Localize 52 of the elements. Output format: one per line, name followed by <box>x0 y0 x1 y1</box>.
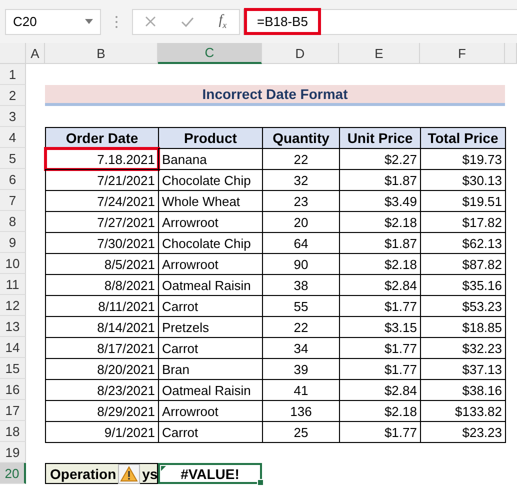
row-header[interactable]: 13 <box>0 316 26 337</box>
check-icon[interactable] <box>181 16 194 26</box>
row-header[interactable]: 11 <box>0 274 26 295</box>
drag-handle-icon[interactable] <box>115 14 118 28</box>
table-cell: 7.18.2021 <box>45 148 159 170</box>
cancel-icon[interactable] <box>145 16 156 27</box>
row-header[interactable]: 18 <box>0 421 26 442</box>
row-header[interactable]: 4 <box>0 127 26 148</box>
row-header[interactable]: 15 <box>0 358 26 379</box>
formula-field[interactable]: =B18-B5 <box>243 8 517 34</box>
column-header[interactable]: D <box>262 43 339 64</box>
column-heading: Total Price <box>420 127 506 149</box>
column-header[interactable]: B <box>45 43 158 64</box>
row-header[interactable]: 20 <box>0 463 26 484</box>
column-header[interactable]: E <box>339 43 420 64</box>
column-header[interactable]: C <box>158 43 262 64</box>
name-box[interactable]: C20 <box>5 8 101 34</box>
fill-handle[interactable] <box>257 479 264 486</box>
column-heading: Product <box>158 127 263 149</box>
label-text: Operation <box>50 466 116 482</box>
row-header[interactable]: 17 <box>0 400 26 421</box>
column-header[interactable] <box>505 43 517 64</box>
row-header[interactable]: 19 <box>0 442 26 463</box>
table-cell: 7/21/2021 <box>45 169 159 191</box>
label-text: ys <box>142 466 158 482</box>
result-cell[interactable]: #VALUE! <box>158 463 262 484</box>
row-header[interactable]: 2 <box>0 85 26 106</box>
column-header[interactable]: F <box>420 43 505 64</box>
row-header[interactable]: 10 <box>0 253 26 274</box>
column-heading: Quantity <box>262 127 340 149</box>
sheet-title: Incorrect Date Format <box>45 85 505 106</box>
error-indicator-icon <box>161 466 166 471</box>
column-heading: Order Date <box>45 127 159 149</box>
column-header[interactable]: A <box>26 43 45 64</box>
row-header[interactable]: 12 <box>0 295 26 316</box>
row-header[interactable]: 8 <box>0 211 26 232</box>
row-header[interactable]: 1 <box>0 64 26 85</box>
warning-icon <box>120 466 138 482</box>
row-header[interactable]: 9 <box>0 232 26 253</box>
row-header[interactable]: 14 <box>0 337 26 358</box>
dropdown-icon[interactable] <box>85 19 93 24</box>
insert-function-button[interactable]: f$_{x}$ <box>218 13 227 30</box>
select-all-corner[interactable] <box>0 43 26 64</box>
row-header[interactable]: 5 <box>0 148 26 169</box>
error-warning-button[interactable] <box>118 464 140 484</box>
row-header[interactable]: 7 <box>0 190 26 211</box>
row-header[interactable]: 3 <box>0 106 26 127</box>
row-header[interactable]: 6 <box>0 169 26 190</box>
table-cell: 9/1/2021 <box>45 421 159 443</box>
table-cell: $23.23 <box>420 421 506 443</box>
column-heading: Unit Price <box>339 127 421 149</box>
row-header[interactable]: 16 <box>0 379 26 400</box>
